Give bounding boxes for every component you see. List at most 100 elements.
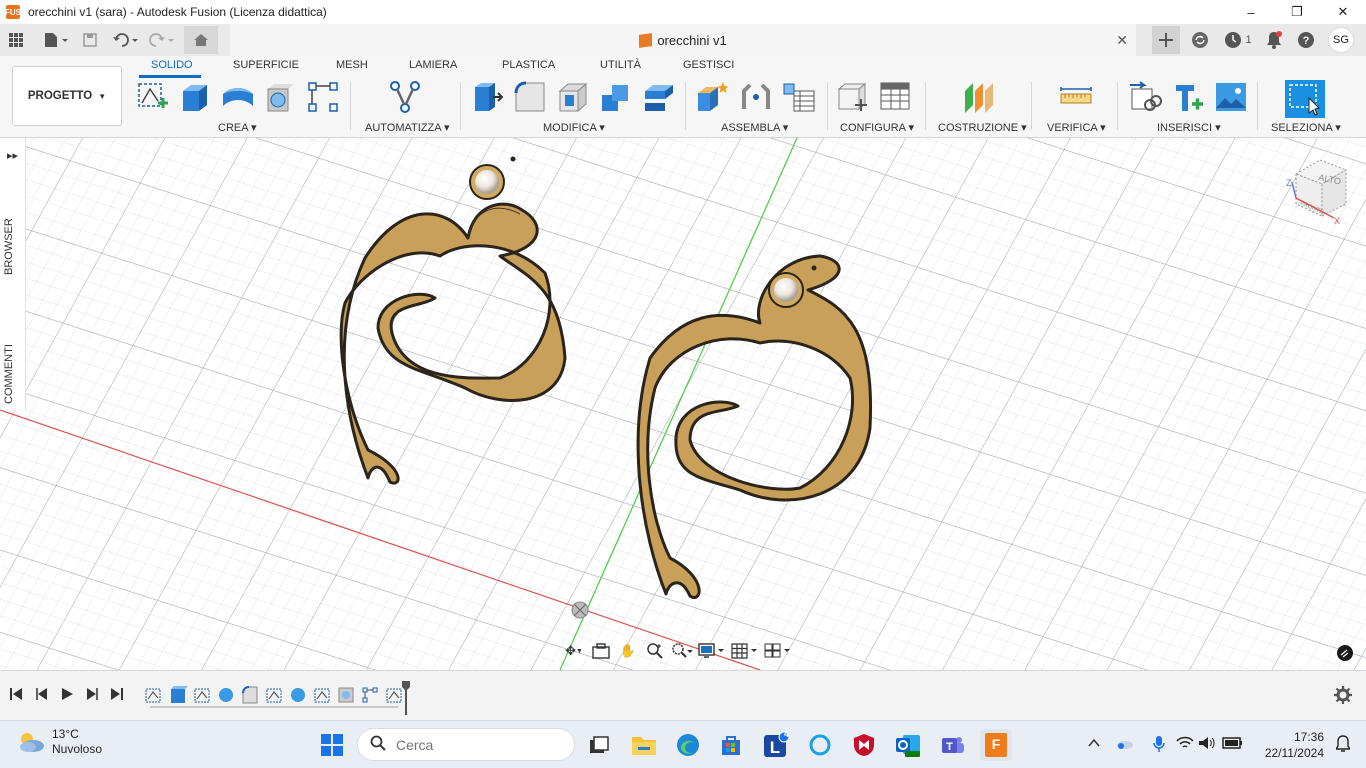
measure-icon[interactable] <box>1059 80 1093 114</box>
group-inserisci[interactable]: INSERISCI ▾ <box>1157 121 1221 134</box>
look-at-icon[interactable] <box>589 640 613 662</box>
pattern-icon[interactable] <box>306 80 340 114</box>
timeline-revolve-icon[interactable] <box>219 688 233 702</box>
group-configura[interactable]: CONFIGURA ▾ <box>840 121 914 134</box>
group-seleziona[interactable]: SELEZIONA ▾ <box>1271 121 1341 134</box>
timeline-sketch-icon[interactable] <box>386 688 402 703</box>
timeline-hole-icon[interactable] <box>338 687 354 703</box>
insert-mcmaster-icon[interactable] <box>1171 80 1205 114</box>
press-pull-icon[interactable] <box>470 80 504 114</box>
tab-mesh[interactable]: MESH <box>336 59 368 71</box>
edge-browser-icon[interactable] <box>672 729 704 761</box>
timeline-sketch-icon[interactable] <box>266 688 282 703</box>
group-verifica[interactable]: VERIFICA ▾ <box>1047 121 1106 134</box>
grid-settings-icon[interactable] <box>730 640 760 662</box>
save-icon[interactable] <box>78 28 102 52</box>
step-forward-icon[interactable] <box>85 687 99 704</box>
extensions-icon[interactable] <box>1188 28 1212 52</box>
tab-superficie[interactable]: SUPERFICIE <box>233 59 299 71</box>
timeline-extrude-icon[interactable] <box>171 686 188 703</box>
notification-center-bell-icon[interactable] <box>1334 735 1352 756</box>
cortana-ring-icon[interactable] <box>804 729 836 761</box>
timeline-sketch-icon[interactable] <box>145 688 161 703</box>
redo-icon[interactable] <box>146 28 178 52</box>
group-crea[interactable]: CREA ▾ <box>218 121 257 134</box>
play-icon[interactable] <box>60 687 74 704</box>
automate-icon[interactable] <box>388 80 422 114</box>
configuration-table-icon[interactable] <box>879 80 913 114</box>
fusion-taskbar-icon[interactable]: F <box>980 729 1012 761</box>
timeline-sketch-icon[interactable] <box>314 688 330 703</box>
revolve-icon[interactable] <box>221 80 255 114</box>
microphone-icon[interactable] <box>1152 735 1166 756</box>
home-icon[interactable] <box>184 26 218 54</box>
combine-icon[interactable] <box>599 80 633 114</box>
extrude-icon[interactable] <box>178 80 212 114</box>
task-view-icon[interactable] <box>583 729 615 761</box>
tab-gestisci[interactable]: GESTISCI <box>683 59 734 71</box>
maximize-button[interactable]: ❐ <box>1274 0 1320 24</box>
close-tab-icon[interactable]: ✕ <box>1116 32 1128 49</box>
group-costruzione[interactable]: COSTRUZIONE ▾ <box>938 121 1027 134</box>
bill-of-materials-icon[interactable] <box>782 80 816 114</box>
data-panel-grid-icon[interactable] <box>4 28 28 52</box>
close-window-button[interactable]: ✕ <box>1320 0 1366 24</box>
battery-icon[interactable] <box>1222 736 1244 753</box>
go-to-end-icon[interactable] <box>110 687 124 704</box>
job-status-icon[interactable]: 1 <box>1222 28 1254 52</box>
document-tab[interactable]: orecchini v1 ✕ <box>230 24 1136 56</box>
minimize-button[interactable]: – <box>1228 0 1274 24</box>
windows-start-icon[interactable] <box>316 729 348 761</box>
undo-icon[interactable] <box>110 28 142 52</box>
timeline-pattern-icon[interactable] <box>362 687 378 703</box>
outlook-new-icon[interactable] <box>892 729 924 761</box>
offset-plane-icon[interactable] <box>961 80 995 114</box>
taskbar-search[interactable] <box>357 728 575 761</box>
tab-lamiera[interactable]: LAMIERA <box>409 59 457 71</box>
insert-canvas-icon[interactable] <box>1214 80 1248 114</box>
create-sketch-icon[interactable] <box>135 80 169 114</box>
zoom-icon[interactable] <box>643 640 667 662</box>
tab-plastica[interactable]: PLASTICA <box>502 59 555 71</box>
shell-icon[interactable] <box>556 80 590 114</box>
3d-canvas[interactable]: ALTO FRONTE Z X ▸▸ BROWSER COMMENTI ✥ ▼ ✋ <box>0 138 1366 670</box>
browser-tab[interactable]: BROWSER <box>3 218 15 275</box>
step-back-icon[interactable] <box>35 687 49 704</box>
new-tab-plus-icon[interactable] <box>1152 26 1180 54</box>
timeline-marker[interactable] <box>402 681 410 715</box>
offset-face-icon[interactable] <box>642 80 676 114</box>
file-explorer-icon[interactable] <box>628 729 660 761</box>
wifi-icon[interactable] <box>1176 736 1194 753</box>
new-component-icon[interactable] <box>696 80 730 114</box>
microsoft-store-icon[interactable] <box>715 729 747 761</box>
display-settings-icon[interactable] <box>697 640 727 662</box>
tab-solido[interactable]: SOLIDO <box>151 59 193 71</box>
comments-tab[interactable]: COMMENTI <box>3 344 15 404</box>
orbit-icon[interactable]: ✥ ▼ <box>562 640 586 662</box>
expand-panel-icon[interactable]: ▸▸ <box>7 149 18 162</box>
search-input[interactable] <box>396 736 556 753</box>
project-menu-button[interactable]: PROGETTO ▼ <box>12 66 122 126</box>
group-modifica[interactable]: MODIFICA ▾ <box>543 121 605 134</box>
select-tool-icon[interactable] <box>1285 80 1325 118</box>
configure-design-icon[interactable] <box>836 80 870 114</box>
fillet-icon[interactable] <box>513 80 547 114</box>
file-menu-icon[interactable] <box>40 28 72 52</box>
viewports-icon[interactable] <box>763 640 793 662</box>
clock[interactable]: 17:36 22/11/2024 <box>1265 729 1324 761</box>
zoom-window-icon[interactable] <box>670 640 694 662</box>
group-automatizza[interactable]: AUTOMATIZZA ▾ <box>365 121 450 134</box>
go-to-start-icon[interactable] <box>9 687 23 704</box>
timeline-settings-gear-icon[interactable] <box>1334 686 1352 707</box>
onedrive-cloud-icon[interactable] <box>1116 736 1134 753</box>
timeline-revolve-icon[interactable] <box>291 688 305 702</box>
insert-derive-icon[interactable] <box>1128 80 1162 114</box>
teams-icon[interactable]: T <box>936 729 968 761</box>
pan-hand-icon[interactable]: ✋ <box>616 640 640 662</box>
launcher-l-app-icon[interactable]: L 4 <box>760 729 792 761</box>
weather-widget[interactable]: 13°C Nuvoloso <box>16 727 102 757</box>
volume-icon[interactable] <box>1198 736 1216 753</box>
mcafee-shield-icon[interactable] <box>848 729 880 761</box>
group-assembla[interactable]: ASSEMBLA ▾ <box>721 121 788 134</box>
hole-icon[interactable] <box>264 80 298 114</box>
